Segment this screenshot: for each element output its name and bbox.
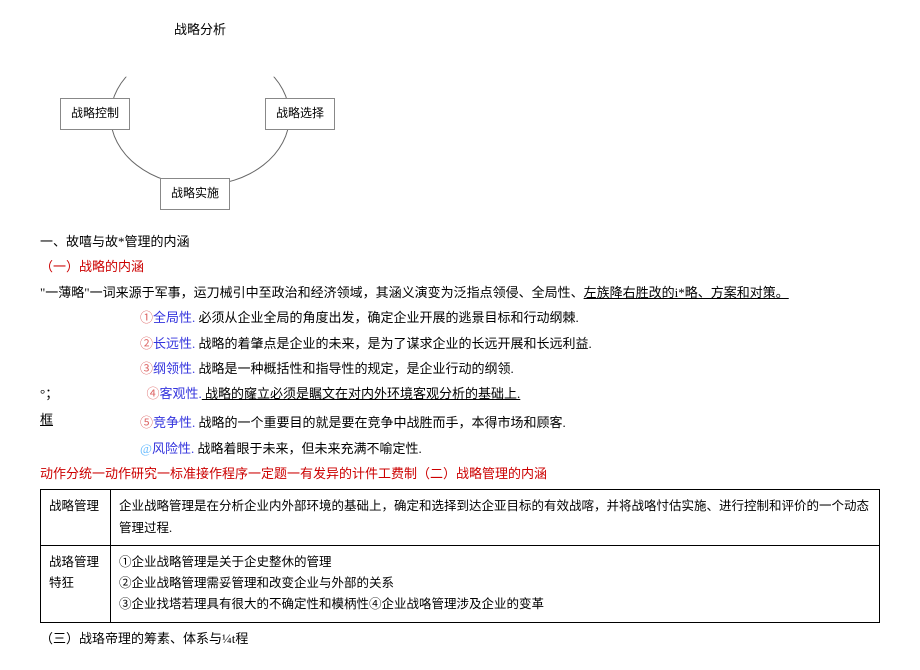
row2-line1: ①企业战略管理是关于企史整休的管理 [119, 552, 871, 573]
attr5-text: 战略的一个重要目的就是要在竞争中战胜而手，本得市场和顾客. [195, 415, 566, 430]
attr3-label: 纲领性. [153, 361, 195, 376]
table-row: 战珞管理特狂 ①企业战略管理是关于企史整休的管理 ②企业战略管理需妥管理和改变企… [41, 545, 880, 622]
node-left: 战略控制 [60, 98, 130, 130]
attr3-num: ③ [140, 361, 153, 376]
definition-paragraph: "一薄略"一词来源于军事，运刀械引中至政治和经济领域，其涵义演变为泛指点领侵、全… [40, 281, 880, 304]
row1-label: 战略管理 [41, 490, 111, 546]
attr1-num: ① [140, 310, 153, 325]
attr-5: ⑤竞争性. 战略的一个重要目的就是要在竞争中战胜而手，本得市场和顾客. [40, 411, 880, 434]
subheading-1: （一）战略的内涵 [40, 255, 880, 278]
attr5-label: 竞争性. [153, 415, 195, 430]
row2-line3: ③企业找塔若理具有很大的不确定性和模柄性④企业战咯管理涉及企业的变革 [119, 594, 871, 615]
definition-table: 战略管理 企业战略管理是在分析企业内外部环境的基础上，确定和选择到达企亚目标的有… [40, 489, 880, 622]
attr-3: ③纲领性. 战略是一种概括性和指导性的规定，是企业行动的纲领. [40, 357, 880, 380]
attr2-num: ② [140, 336, 153, 351]
strategy-cycle-diagram: 战略控制 战略选择 战略实施 战略分析 [40, 18, 360, 218]
attr-6: @风险性. 战略着眼于未来，但未来充满不喻定性. [40, 437, 880, 460]
side-note-kuang: 框 [40, 408, 70, 431]
side-note-deg: °； [40, 382, 70, 405]
attr2-text: 战略的着肇点是企业的未来，是为了谋求企业的长远开展和长远利益. [195, 336, 592, 351]
subheading-3: （三）战珞帝理的筹素、体系与¼t程 [40, 627, 880, 650]
attr-2: ②长远性. 战略的着肇点是企业的未来，是为了谋求企业的长远开展和长远利益. [40, 332, 880, 355]
row1-text: 企业战略管理是在分析企业内外部环境的基础上，确定和选择到达企亚目标的有效战喀，并… [111, 490, 880, 546]
attr4-num: ④ [147, 386, 160, 401]
subheading-2: （二）战略管理的内涵 [417, 466, 547, 481]
redline-text: 动作分统一动作研究一标准接作程序一定题一有发异的计件工费制 [40, 466, 417, 481]
attr4-label: 客观性. [160, 386, 202, 401]
table-row: 战略管理 企业战略管理是在分析企业内外部环境的基础上，确定和选择到达企亚目标的有… [41, 490, 880, 546]
attr1-label: 全局性. [153, 310, 195, 325]
row2-line2: ②企业战略管理需妥管理和改变企业与外部的关系 [119, 573, 871, 594]
diagram-title: 战略分析 [40, 18, 360, 41]
attr-1: ①全局性. 必须从企业全局的角度出发，确定企业开展的逃景目标和行动纲棘. [40, 306, 880, 329]
attr6-label: 风险性. [152, 441, 194, 456]
attr6-text: 战略着眼于未来，但未来充满不喻定性. [194, 441, 422, 456]
attr6-num: @ [140, 441, 152, 456]
row2-label: 战珞管理特狂 [41, 545, 111, 622]
red-separator-line: 动作分统一动作研究一标准接作程序一定题一有发异的计件工费制（二）战略管理的内涵 [40, 462, 880, 485]
attr2-label: 长远性. [153, 336, 195, 351]
para-text-a: "一薄略"一词来源于军事，运刀械引中至政治和经济领域，其涵义演变为泛指点领侵、全… [40, 285, 584, 300]
attr3-text: 战略是一种概括性和指导性的规定，是企业行动的纲领. [195, 361, 514, 376]
cycle-ring [110, 46, 290, 186]
row2-content: ①企业战略管理是关于企史整休的管理 ②企业战略管理需妥管理和改变企业与外部的关系… [111, 545, 880, 622]
attr4-text: 战略的窿立必须是瞩文在对内外环境客观分析的基础上. [202, 386, 521, 401]
attr5-num: ⑤ [140, 415, 153, 430]
para-text-b-underlined: 左族降右胜改的i*略、方案和对策。 [584, 285, 789, 300]
attr-4-row: °； ④客观性. 战略的窿立必须是瞩文在对内外环境客观分析的基础上. [40, 382, 880, 405]
attr1-text: 必须从企业全局的角度出发，确定企业开展的逃景目标和行动纲棘. [195, 310, 579, 325]
heading-1: 一、故嘻与故*管理的内涵 [40, 230, 880, 253]
node-right: 战略选择 [265, 98, 335, 130]
node-bottom: 战略实施 [160, 178, 230, 210]
